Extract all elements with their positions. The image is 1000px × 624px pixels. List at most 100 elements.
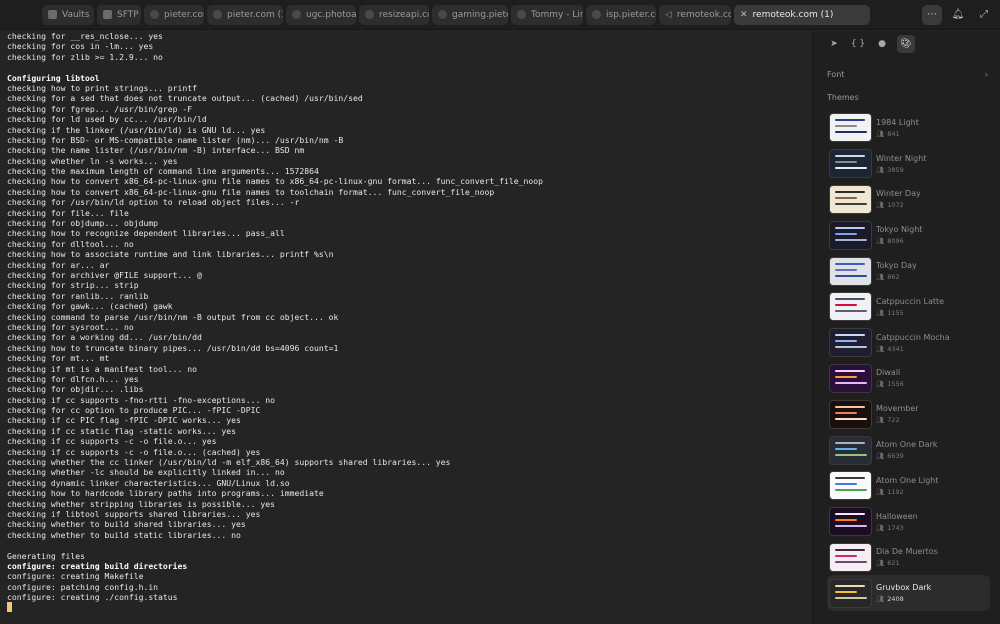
bell-icon[interactable]: 🔔︎ bbox=[948, 5, 968, 25]
users-icon: 👥︎ bbox=[876, 559, 885, 568]
users-icon: 👥︎ bbox=[876, 344, 885, 353]
expand-icon[interactable]: ⤢ bbox=[974, 5, 994, 25]
theme-item[interactable]: Atom One Dark 👥︎ 6639 bbox=[813, 432, 1000, 468]
code-braces-icon[interactable]: { } bbox=[849, 35, 867, 53]
font-row[interactable]: Font › bbox=[813, 67, 1000, 81]
terminal-line: checking for dlltool... no bbox=[7, 238, 134, 249]
theme-name: Tokyo Day bbox=[876, 261, 917, 271]
terminal-line: checking for ar... ar bbox=[7, 259, 110, 270]
users-icon: 👥︎ bbox=[876, 237, 885, 246]
palette-icon[interactable]: 🎨︎ bbox=[897, 35, 915, 53]
globe-icon bbox=[292, 10, 301, 19]
theme-preview-line bbox=[835, 548, 865, 551]
theme-info: Winter Night 👥︎ 3859 bbox=[876, 154, 926, 174]
terminal-line: checking for objdir... .libs bbox=[7, 384, 144, 395]
terminal-line: checking if cc supports -c -o file.o... … bbox=[7, 446, 261, 457]
theme-user-count: 1155 bbox=[887, 308, 904, 317]
theme-preview-line bbox=[835, 375, 857, 378]
tab-6[interactable]: gaming.pieter.... bbox=[432, 4, 508, 25]
tab-label: remoteok.com (1) bbox=[752, 9, 834, 20]
tab-5[interactable]: resizeapi.com bbox=[359, 4, 429, 25]
theme-preview-line bbox=[835, 369, 865, 372]
theme-preview-line bbox=[835, 304, 857, 307]
theme-item[interactable]: Winter Day 👥︎ 1072 bbox=[813, 182, 1000, 218]
theme-preview-line bbox=[835, 483, 857, 486]
tab-label: SFTP bbox=[117, 9, 139, 20]
users-icon: 👥︎ bbox=[876, 273, 885, 282]
theme-info: Tokyo Night 👥︎ 8096 bbox=[876, 225, 922, 245]
theme-preview-line bbox=[835, 232, 857, 235]
theme-item[interactable]: Catppuccin Mocha 👥︎ 4341 bbox=[813, 325, 1000, 361]
theme-item[interactable]: 1984 Light 👥︎ 841 bbox=[813, 110, 1000, 146]
close-icon[interactable]: ✕ bbox=[740, 10, 748, 20]
theme-preview-line bbox=[835, 238, 867, 241]
theme-preview-line bbox=[835, 196, 857, 199]
circle-icon[interactable]: ● bbox=[873, 35, 891, 53]
theme-preview-line bbox=[835, 447, 857, 450]
theme-info: Atom One Light 👥︎ 1192 bbox=[876, 476, 939, 496]
tab-0[interactable]: Vaults bbox=[42, 4, 94, 25]
theme-preview-line bbox=[835, 190, 865, 193]
send-icon[interactable]: ➤ bbox=[825, 35, 843, 53]
more-icon[interactable]: ⋯ bbox=[922, 4, 942, 25]
theme-item[interactable]: Tokyo Night 👥︎ 8096 bbox=[813, 217, 1000, 253]
theme-item[interactable]: Atom One Light 👥︎ 1192 bbox=[813, 468, 1000, 504]
tab-8[interactable]: isp.pieter.com bbox=[586, 4, 656, 25]
theme-preview-line bbox=[835, 441, 865, 444]
theme-item[interactable]: Movember 👥︎ 722 bbox=[813, 396, 1000, 432]
theme-preview-line bbox=[835, 268, 857, 271]
theme-preview-line bbox=[835, 202, 867, 205]
theme-user-count: 841 bbox=[887, 129, 900, 138]
theme-item[interactable]: Gruvbox Dark 👥︎ 2408 bbox=[827, 575, 990, 612]
theme-user-count: 1192 bbox=[887, 487, 904, 496]
tab-2[interactable]: pieter.com bbox=[144, 4, 204, 25]
theme-preview-line bbox=[835, 381, 867, 384]
theme-item[interactable]: Catppuccin Latte 👥︎ 1155 bbox=[813, 289, 1000, 325]
folder-icon bbox=[103, 10, 112, 19]
theme-item[interactable]: Dia De Muertos 👥︎ 621 bbox=[813, 540, 1000, 576]
theme-preview-line bbox=[835, 125, 857, 128]
theme-item[interactable]: Halloween 👥︎ 1743 bbox=[813, 504, 1000, 540]
theme-item[interactable]: Diwali 👥︎ 1556 bbox=[813, 361, 1000, 397]
theme-preview bbox=[829, 184, 872, 214]
users-icon: 👥︎ bbox=[876, 523, 885, 532]
theme-info: Gruvbox Dark 👥︎ 2408 bbox=[876, 583, 931, 603]
theme-item[interactable]: Tokyo Day 👥︎ 862 bbox=[813, 253, 1000, 289]
globe-icon bbox=[438, 10, 447, 19]
globe-icon bbox=[517, 10, 526, 19]
theme-user-count: 3859 bbox=[887, 165, 904, 174]
tab-7[interactable]: Tommy - Lino... bbox=[511, 4, 583, 25]
theme-users: 👥︎ 862 bbox=[876, 273, 917, 281]
theme-user-count: 4341 bbox=[887, 344, 904, 353]
theme-preview-line bbox=[835, 417, 867, 420]
terminal-line: checking for dlfcn.h... yes bbox=[7, 373, 139, 384]
terminal-line: checking whether to build static librari… bbox=[7, 529, 241, 540]
terminal-line: configure: patching config.h.in bbox=[7, 581, 159, 592]
terminal-line: checking command to parse /usr/bin/nm -B… bbox=[7, 311, 339, 322]
terminal[interactable]: checking for __res_nclose... yes checking… bbox=[0, 31, 812, 624]
tab-10[interactable]: ✕ remoteok.com (1) bbox=[734, 4, 870, 25]
theme-name: Gruvbox Dark bbox=[876, 583, 932, 593]
theme-preview-line bbox=[835, 513, 865, 516]
theme-item[interactable]: Winter Night 👥︎ 3859 bbox=[813, 146, 1000, 182]
tab-9[interactable]: ◁ remoteok.com bbox=[659, 4, 731, 25]
theme-preview-line bbox=[835, 596, 867, 599]
terminal-line: checking how to truncate binary pipes...… bbox=[7, 342, 339, 353]
terminal-line: checking whether the cc linker (/usr/bin… bbox=[7, 457, 451, 468]
theme-preview-line bbox=[835, 334, 865, 337]
theme-name: Catppuccin Mocha bbox=[876, 332, 950, 342]
tab-3[interactable]: pieter.com (1) bbox=[207, 4, 283, 25]
theme-preview-line bbox=[835, 525, 867, 528]
theme-preview-line bbox=[835, 262, 865, 265]
theme-list: 1984 Light 👥︎ 841 Winter Night 👥︎ 3859 Winter … bbox=[813, 110, 1000, 612]
theme-preview bbox=[829, 328, 872, 358]
theme-info: 1984 Light 👥︎ 841 bbox=[876, 118, 919, 138]
terminal-line: checking how to recognize dependent libr… bbox=[7, 228, 285, 239]
terminal-line: checking for BSD- or MS-compatible name … bbox=[7, 134, 344, 145]
globe-icon bbox=[365, 10, 374, 19]
tab-1[interactable]: SFTP bbox=[97, 4, 141, 25]
theme-preview-line bbox=[835, 226, 865, 229]
terminal-line: checking whether ln -s works... yes bbox=[7, 155, 178, 166]
tab-4[interactable]: ugc.photoai.c... bbox=[286, 4, 356, 25]
